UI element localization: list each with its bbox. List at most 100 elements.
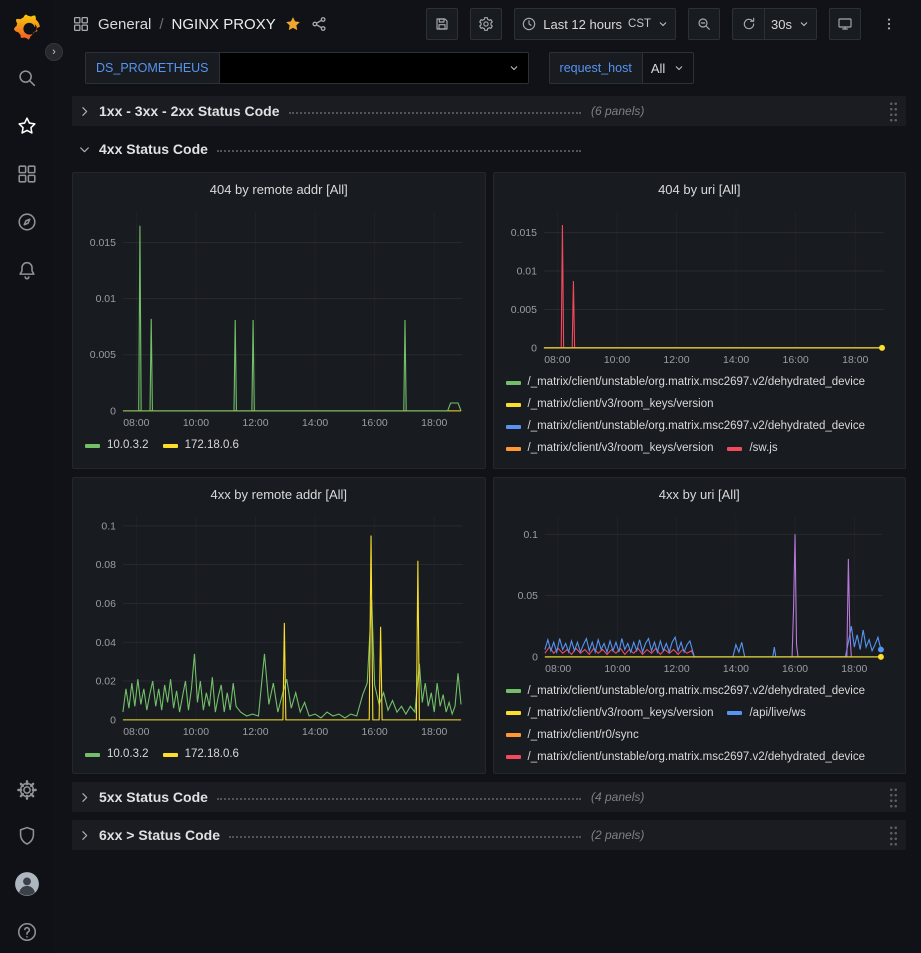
dashboard-title[interactable]: NGINX PROXY (172, 16, 276, 33)
time-range-picker[interactable]: Last 12 hours CST (514, 8, 676, 40)
legend-item[interactable]: 10.0.3.2 (85, 437, 149, 454)
svg-text:18:00: 18:00 (841, 664, 867, 675)
legend-label: 172.18.0.6 (185, 437, 239, 454)
alerting-bell-icon[interactable] (16, 259, 38, 281)
share-icon[interactable] (310, 15, 328, 33)
legend-item[interactable]: /_matrix/client/unstable/org.matrix.msc2… (506, 418, 866, 435)
timeseries-chart[interactable]: 08:0010:0012:0014:0016:0018:0000.020.040… (83, 508, 475, 740)
chevron-right-icon (78, 829, 91, 842)
configuration-gear-icon[interactable] (16, 779, 38, 801)
svg-text:0: 0 (110, 715, 116, 726)
row-drag-handle[interactable] (889, 824, 898, 846)
svg-text:0.08: 0.08 (96, 560, 117, 571)
panel-404-by-remote-addr: 404 by remote addr [All] 08:0010:0012:00… (72, 172, 486, 469)
legend-item[interactable]: /_matrix/client/unstable/org.matrix.msc2… (506, 374, 866, 391)
variable-request-host-select[interactable]: All (642, 52, 694, 84)
legend-item[interactable]: /_matrix/client/v3/room_keys/version (506, 440, 714, 457)
row-drag-handle[interactable] (889, 100, 898, 122)
dashboards-icon[interactable] (16, 163, 38, 185)
chart-legend: 10.0.3.2 172.18.0.6 (83, 746, 475, 763)
svg-text:0.1: 0.1 (523, 530, 538, 541)
kebab-menu-icon (881, 16, 897, 32)
legend-item[interactable]: /_matrix/client/v3/room_keys/version (506, 705, 714, 722)
row-panel-count: (4 panels) (591, 790, 644, 804)
grafana-logo-icon[interactable] (14, 14, 41, 41)
legend-color-swatch (506, 403, 521, 407)
timeseries-chart[interactable]: 08:0010:0012:0014:0016:0018:0000.0050.01… (504, 203, 896, 368)
cycle-view-mode-button[interactable] (829, 8, 861, 40)
save-dashboard-button[interactable] (426, 8, 458, 40)
row-drag-handle[interactable] (889, 786, 898, 808)
zoom-out-button[interactable] (688, 8, 720, 40)
chevron-down-icon (508, 62, 520, 74)
breadcrumb: General / NGINX PROXY (98, 16, 276, 33)
favorite-star-icon[interactable] (284, 15, 302, 33)
legend-color-swatch (506, 755, 521, 759)
chevron-down-icon (78, 143, 91, 156)
server-admin-shield-icon[interactable] (16, 825, 38, 847)
svg-text:14:00: 14:00 (302, 727, 328, 738)
chart-legend: /_matrix/client/unstable/org.matrix.msc2… (504, 683, 896, 765)
dashboard-settings-button[interactable] (470, 8, 502, 40)
explore-compass-icon[interactable] (16, 211, 38, 233)
panel-title-text: 4xx by remote addr [All] (210, 487, 347, 502)
legend-item[interactable]: /_matrix/client/v3/room_keys/version (506, 396, 714, 413)
row-4xx[interactable]: 4xx Status Code (72, 134, 906, 164)
svg-text:0.005: 0.005 (510, 305, 536, 316)
panel-header[interactable]: 4xx by uri [All] (504, 484, 896, 508)
help-icon[interactable] (16, 921, 38, 943)
legend-label: 10.0.3.2 (107, 437, 149, 454)
svg-text:0.05: 0.05 (517, 591, 537, 602)
variable-datasource-select[interactable] (219, 52, 529, 84)
chevron-down-icon (657, 18, 669, 30)
sidebar-expand-chevron[interactable]: › (45, 43, 63, 61)
legend-label: /_matrix/client/unstable/org.matrix.msc2… (528, 683, 866, 700)
row-6xx[interactable]: 6xx > Status Code (2 panels) (72, 820, 906, 850)
chart-legend: 10.0.3.2 172.18.0.6 (83, 437, 475, 454)
breadcrumb-separator: / (159, 16, 163, 33)
legend-label: /api/live/ws (749, 705, 805, 722)
legend-label: /_matrix/client/unstable/org.matrix.msc2… (528, 418, 866, 435)
legend-color-swatch (85, 753, 100, 757)
refresh-interval-dropdown[interactable]: 30s (764, 8, 817, 40)
legend-item[interactable]: /_matrix/client/unstable/org.matrix.msc2… (506, 749, 866, 765)
panel-header[interactable]: 4xx by remote addr [All] (83, 484, 475, 508)
svg-text:0.1: 0.1 (101, 521, 116, 532)
timeseries-chart[interactable]: 08:0010:0012:0014:0016:0018:0000.0050.01… (83, 203, 475, 431)
timeseries-chart[interactable]: 08:0010:0012:0014:0016:0018:0000.050.1 (504, 508, 896, 677)
legend-color-swatch (506, 733, 521, 737)
panel-header[interactable]: 404 by uri [All] (504, 179, 896, 203)
gear-icon (478, 16, 494, 32)
panel-header[interactable]: 404 by remote addr [All] (83, 179, 475, 203)
row-title: 4xx Status Code (99, 141, 208, 157)
variable-request-host-label[interactable]: request_host (549, 52, 642, 84)
row-1xx-3xx-2xx[interactable]: 1xx - 3xx - 2xx Status Code (6 panels) (72, 96, 906, 126)
starred-dashboards-icon[interactable] (16, 115, 38, 137)
legend-item[interactable]: /api/live/ws (727, 705, 805, 722)
refresh-button[interactable] (732, 8, 764, 40)
legend-item[interactable]: 172.18.0.6 (163, 746, 239, 763)
search-icon[interactable] (16, 67, 38, 89)
row-title-wrap: 5xx Status Code (99, 789, 591, 805)
svg-text:10:00: 10:00 (603, 355, 629, 366)
user-avatar[interactable] (14, 871, 40, 897)
legend-item[interactable]: /_matrix/client/unstable/org.matrix.msc2… (506, 683, 866, 700)
legend-item[interactable]: 10.0.3.2 (85, 746, 149, 763)
breadcrumb-section[interactable]: General (98, 16, 151, 33)
topbar: General / NGINX PROXY (54, 0, 921, 48)
svg-text:12:00: 12:00 (242, 727, 268, 738)
svg-text:12:00: 12:00 (663, 664, 689, 675)
legend-item[interactable]: 172.18.0.6 (163, 437, 239, 454)
more-options-kebab-button[interactable] (873, 8, 905, 40)
row-title-wrap: 1xx - 3xx - 2xx Status Code (99, 103, 591, 119)
legend-label: 172.18.0.6 (185, 746, 239, 763)
legend-item[interactable]: /sw.js (727, 440, 777, 457)
variable-datasource-label[interactable]: DS_PROMETHEUS (85, 52, 219, 84)
legend-label: /_matrix/client/unstable/org.matrix.msc2… (528, 749, 866, 765)
row-5xx[interactable]: 5xx Status Code (4 panels) (72, 782, 906, 812)
legend-item[interactable]: /_matrix/client/r0/sync (506, 727, 639, 744)
panel-title-text: 4xx by uri [All] (659, 487, 740, 502)
svg-text:16:00: 16:00 (362, 418, 388, 429)
svg-text:08:00: 08:00 (544, 355, 570, 366)
svg-text:18:00: 18:00 (421, 418, 447, 429)
